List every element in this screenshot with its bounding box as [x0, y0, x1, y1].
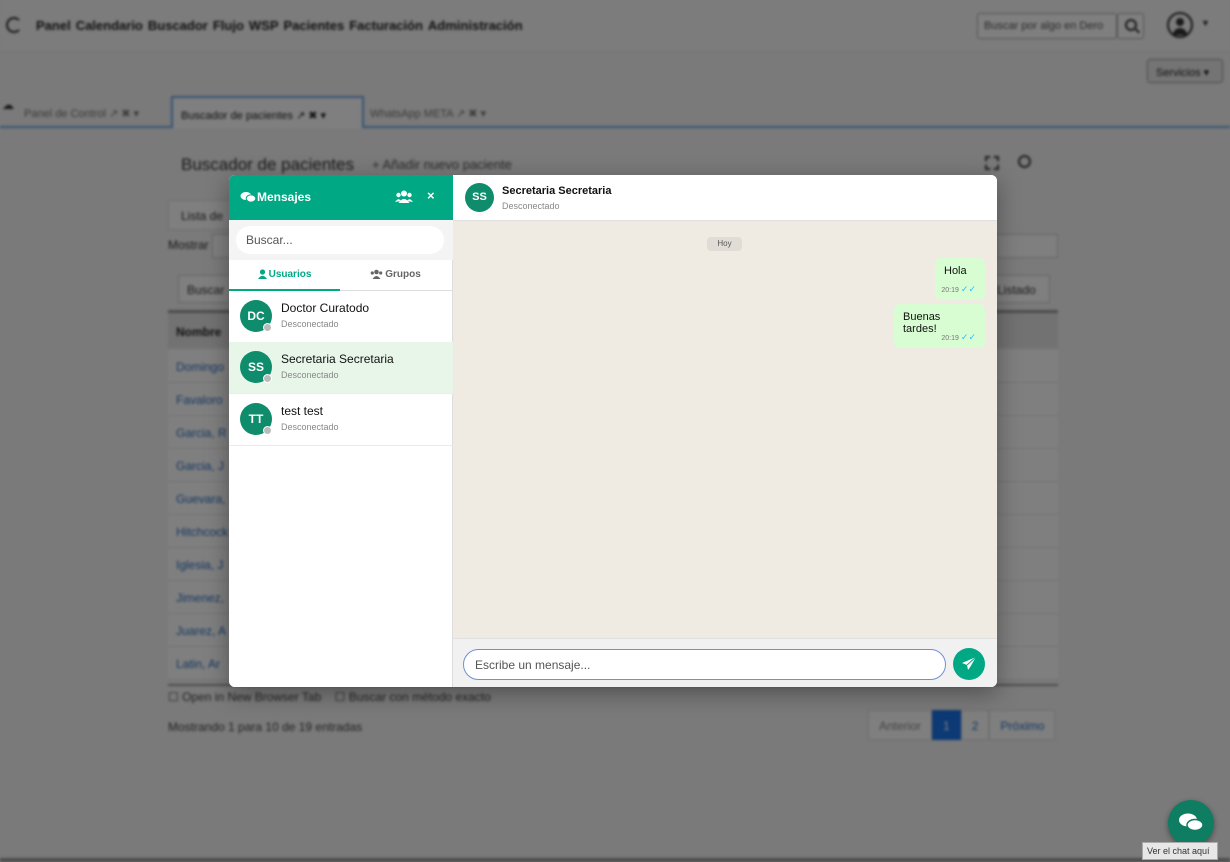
chat-fab-button[interactable]	[1168, 800, 1214, 846]
presence-dot-icon	[263, 426, 272, 435]
contact-name: test test	[281, 404, 324, 418]
message-meta: 20:19 ✓✓	[941, 284, 976, 295]
message-time: 20:19	[941, 287, 959, 294]
presence-dot-icon	[263, 323, 272, 332]
chat-composer	[453, 638, 997, 687]
chat-modal: Mensajes × Usuarios Grupos DC	[229, 175, 997, 687]
paper-plane-icon	[962, 656, 977, 670]
contact-status: Desconectado	[281, 319, 339, 329]
message-bubble[interactable]: Buenas tardes! 20:19 ✓✓	[894, 304, 985, 348]
tab-users[interactable]: Usuarios	[229, 260, 340, 291]
close-icon[interactable]: ×	[427, 188, 435, 204]
contacts-search-wrap	[229, 220, 453, 260]
contact-name: Secretaria Secretaria	[281, 352, 394, 366]
message-bubble[interactable]: Hola 20:19 ✓✓	[935, 258, 985, 300]
message-time: 20:19	[941, 335, 959, 342]
tab-groups-label: Grupos	[385, 269, 421, 280]
message-text: Hola	[944, 265, 967, 277]
contact-status: Desconectado	[281, 370, 339, 380]
contact-item-secretaria-secretaria[interactable]: SS Secretaria Secretaria Desconectado	[229, 342, 453, 394]
send-button[interactable]	[953, 648, 985, 680]
messages-title: Mensajes	[257, 190, 312, 204]
chat-pane: SS Secretaria Secretaria Desconectado Ho…	[453, 175, 997, 687]
message-text: Buenas tardes!	[903, 311, 941, 335]
chat-contact-status: Desconectado	[502, 201, 560, 211]
contact-name: Doctor Curatodo	[281, 301, 370, 315]
contact-item-test-test[interactable]: TT test test Desconectado	[229, 394, 453, 446]
tab-users-label: Usuarios	[268, 269, 312, 280]
message-meta: 20:19 ✓✓	[941, 332, 976, 343]
presence-dot-icon	[263, 374, 272, 383]
chat-header: SS Secretaria Secretaria Desconectado	[453, 175, 997, 221]
double-check-icon: ✓✓	[960, 332, 976, 342]
contact-item-doctor-curatodo[interactable]: DC Doctor Curatodo Desconectado	[229, 291, 453, 343]
users-icon	[370, 269, 383, 279]
contact-status: Desconectado	[281, 422, 339, 432]
double-check-icon: ✓✓	[960, 284, 976, 294]
chat-contact-name: Secretaria Secretaria	[502, 185, 612, 197]
contacts-search-input[interactable]	[236, 226, 444, 254]
sidebar-tabs: Usuarios Grupos	[229, 260, 453, 291]
tab-groups[interactable]: Grupos	[340, 260, 451, 291]
chat-icon	[240, 192, 256, 203]
messages-header: Mensajes ×	[229, 175, 453, 220]
day-divider: Hoy	[707, 237, 742, 251]
message-input[interactable]	[463, 649, 946, 680]
avatar: SS	[465, 183, 494, 212]
group-icon[interactable]	[395, 189, 413, 205]
messages-sidebar: Mensajes × Usuarios Grupos DC	[229, 175, 453, 687]
chat-fab-tooltip: Ver el chat aquí	[1142, 842, 1218, 860]
chat-bubbles-icon	[1179, 813, 1204, 832]
user-icon	[257, 269, 267, 279]
